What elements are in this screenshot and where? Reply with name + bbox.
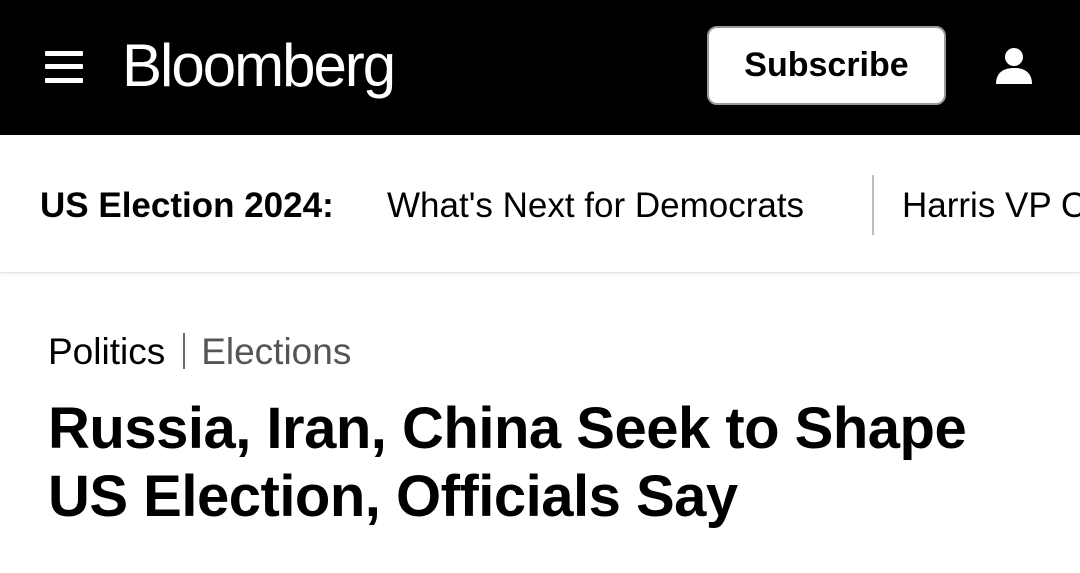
- bloomberg-logo[interactable]: Bloomberg: [122, 30, 396, 102]
- breadcrumb-separator: [183, 333, 186, 369]
- user-icon-graphic: [996, 48, 1032, 84]
- article-headline: Russia, Iran, China Seek to Shape US Ele…: [48, 396, 967, 529]
- user-account-icon[interactable]: [994, 46, 1034, 86]
- menu-line: [45, 78, 83, 83]
- nav-divider: [872, 175, 874, 235]
- menu-line: [45, 51, 83, 56]
- breadcrumb-elections[interactable]: Elections: [201, 331, 351, 372]
- nav-link-whats-next-for-democrats[interactable]: What's Next for Democrats: [387, 185, 804, 227]
- nav-link-harris-vp[interactable]: Harris VP C: [902, 185, 1080, 227]
- menu-line: [45, 64, 83, 69]
- topic-nav-strip: US Election 2024: What's Next for Democr…: [0, 135, 1080, 273]
- breadcrumb-politics[interactable]: Politics: [48, 331, 165, 372]
- hamburger-menu-icon[interactable]: [45, 51, 83, 83]
- breadcrumb: Politics Elections: [48, 330, 351, 374]
- top-header-bar: Bloomberg Subscribe: [0, 0, 1080, 135]
- subscribe-button[interactable]: Subscribe: [707, 26, 946, 105]
- topic-label: US Election 2024:: [40, 186, 334, 225]
